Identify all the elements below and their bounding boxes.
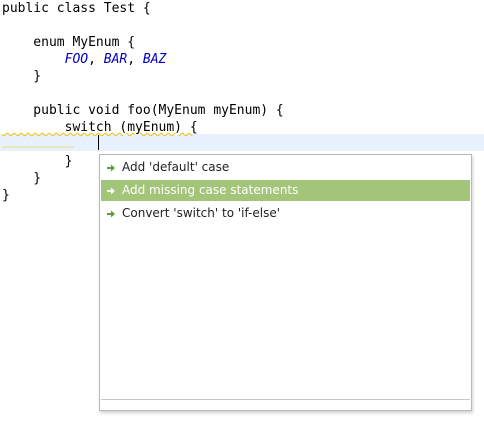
- correction-arrow-icon: [107, 164, 115, 171]
- proposal-label: Convert 'switch' to 'if-else': [122, 206, 281, 220]
- code-line-switch[interactable]: switch (myEnum) {: [2, 119, 198, 136]
- enum-constant-foo[interactable]: FOO: [65, 52, 88, 67]
- proposal-convert-switch-to-if-else[interactable]: Convert 'switch' to 'if-else': [101, 203, 470, 224]
- code-line-enum-constants[interactable]: FOO, BAR, BAZ: [2, 51, 167, 68]
- switch-statement[interactable]: switch (myEnum) {: [2, 120, 198, 135]
- text-cursor: [98, 135, 99, 150]
- proposal-add-default-case[interactable]: Add 'default' case: [101, 157, 470, 178]
- code-line-switch-close[interactable]: }: [2, 153, 73, 170]
- enum-constant-bar[interactable]: BAR: [104, 52, 127, 67]
- popup-footer-divider: [101, 399, 470, 400]
- separator: ,: [127, 52, 143, 67]
- quick-assist-popup: Add 'default' case Add missing case stat…: [99, 154, 472, 411]
- proposal-add-missing-case-statements[interactable]: Add missing case statements: [101, 180, 470, 201]
- proposal-label: Add missing case statements: [122, 183, 299, 197]
- correction-arrow-icon: [107, 210, 115, 217]
- correction-arrow-icon: [107, 187, 115, 194]
- enum-constant-baz[interactable]: BAZ: [143, 52, 166, 67]
- separator: ,: [88, 52, 104, 67]
- code-line-class-decl[interactable]: public class Test {: [2, 0, 151, 17]
- code-line-class-close[interactable]: }: [2, 187, 10, 204]
- code-line-method-decl[interactable]: public void foo(MyEnum myEnum) {: [2, 102, 283, 119]
- code-line-method-close[interactable]: }: [2, 170, 41, 187]
- code-line-enum-close[interactable]: }: [2, 68, 41, 85]
- warning-squiggle: [2, 146, 74, 150]
- code-line-enum-decl[interactable]: enum MyEnum {: [2, 34, 135, 51]
- proposal-label: Add 'default' case: [122, 160, 230, 174]
